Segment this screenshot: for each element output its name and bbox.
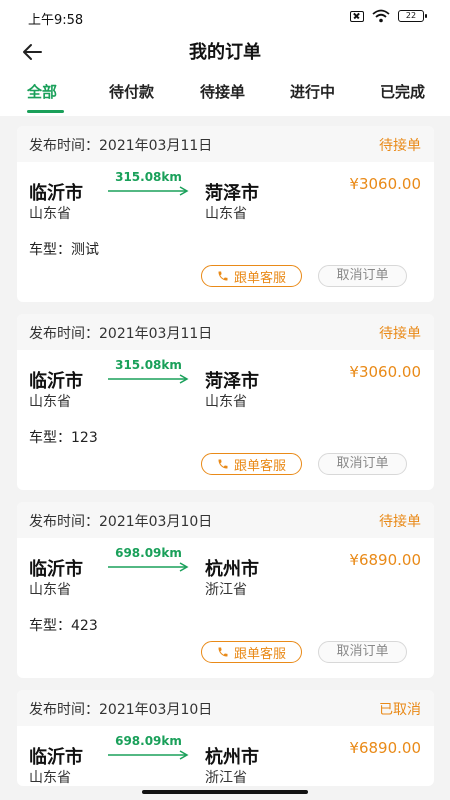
destination-city: 菏泽市	[205, 371, 259, 392]
phone-icon	[218, 459, 228, 469]
origin-province: 山东省	[29, 206, 71, 222]
cancel-order-button[interactable]: 取消订单	[318, 453, 407, 475]
battery-icon: 22	[398, 10, 427, 22]
route-arrow-icon	[108, 562, 189, 572]
order-status: 已取消	[379, 702, 421, 718]
order-tabs: 全部 待付款 待接单 进行中 已完成	[0, 76, 450, 116]
vehicle-type: 车型：测试	[29, 242, 99, 258]
publish-time: 发布时间：2021年03月10日	[29, 514, 213, 530]
origin-province: 山东省	[29, 394, 71, 410]
tab-completed[interactable]: 已完成	[380, 81, 425, 102]
order-card[interactable]: 发布时间：2021年03月11日 待接单 临沂市 山东省 315.08km 菏泽…	[17, 126, 434, 302]
no-sim-icon	[350, 10, 364, 22]
order-card-header: 发布时间：2021年03月11日 待接单	[17, 314, 434, 350]
order-status: 待接单	[379, 138, 421, 154]
origin-province: 山东省	[29, 770, 71, 786]
order-status: 待接单	[379, 326, 421, 342]
route-distance: 698.09km	[115, 546, 182, 560]
route-distance: 315.08km	[115, 170, 182, 184]
nav-bar: 我的订单	[0, 32, 450, 72]
order-status: 待接单	[379, 514, 421, 530]
order-price: ¥3060.00	[349, 363, 421, 381]
tab-pending-payment[interactable]: 待付款	[109, 81, 154, 102]
tab-pending-accept[interactable]: 待接单	[200, 81, 245, 102]
status-bar: 上午9:58 22	[0, 0, 450, 32]
status-icons: 22	[350, 9, 427, 23]
order-price: ¥6890.00	[349, 551, 421, 569]
home-indicator[interactable]	[142, 790, 308, 794]
top-bar: 上午9:58 22 我的订单 全部 待付款 待接单 进行中 已完成	[0, 0, 450, 116]
publish-time: 发布时间：2021年03月10日	[29, 702, 213, 718]
order-card[interactable]: 发布时间：2021年03月10日 已取消 临沂市 山东省 698.09km 杭州…	[17, 690, 434, 786]
route-arrow-icon	[108, 186, 189, 196]
phone-icon	[218, 271, 228, 281]
order-card[interactable]: 发布时间：2021年03月11日 待接单 临沂市 山东省 315.08km 菏泽…	[17, 314, 434, 490]
origin-city: 临沂市	[29, 183, 83, 204]
vehicle-type: 车型：123	[29, 430, 98, 446]
vehicle-type: 车型：423	[29, 618, 98, 634]
destination-city: 杭州市	[205, 559, 259, 580]
origin-city: 临沂市	[29, 559, 83, 580]
destination-city: 菏泽市	[205, 183, 259, 204]
route-arrow-icon	[108, 750, 189, 760]
status-time: 上午9:58	[28, 13, 84, 28]
customer-service-button[interactable]: 跟单客服	[201, 641, 302, 663]
destination-province: 浙江省	[205, 582, 247, 598]
wifi-icon	[372, 9, 390, 23]
route-distance: 698.09km	[115, 734, 182, 748]
destination-province: 浙江省	[205, 770, 247, 786]
order-card-header: 发布时间：2021年03月10日 待接单	[17, 502, 434, 538]
order-card-header: 发布时间：2021年03月10日 已取消	[17, 690, 434, 726]
order-card-header: 发布时间：2021年03月11日 待接单	[17, 126, 434, 162]
destination-city: 杭州市	[205, 747, 259, 768]
customer-service-button[interactable]: 跟单客服	[201, 453, 302, 475]
origin-city: 临沂市	[29, 371, 83, 392]
tab-all[interactable]: 全部	[27, 81, 57, 102]
active-tab-indicator	[27, 110, 64, 113]
route-distance: 315.08km	[115, 358, 182, 372]
route-arrow-icon	[108, 374, 189, 384]
origin-province: 山东省	[29, 582, 71, 598]
publish-time: 发布时间：2021年03月11日	[29, 326, 213, 342]
order-price: ¥6890.00	[349, 739, 421, 757]
order-price: ¥3060.00	[349, 175, 421, 193]
destination-province: 山东省	[205, 394, 247, 410]
cancel-order-button[interactable]: 取消订单	[318, 265, 407, 287]
tab-in-progress[interactable]: 进行中	[290, 81, 335, 102]
origin-city: 临沂市	[29, 747, 83, 768]
publish-time: 发布时间：2021年03月11日	[29, 138, 213, 154]
destination-province: 山东省	[205, 206, 247, 222]
cancel-order-button[interactable]: 取消订单	[318, 641, 407, 663]
page-title: 我的订单	[189, 42, 261, 63]
order-card[interactable]: 发布时间：2021年03月10日 待接单 临沂市 山东省 698.09km 杭州…	[17, 502, 434, 678]
phone-icon	[218, 647, 228, 657]
customer-service-button[interactable]: 跟单客服	[201, 265, 302, 287]
